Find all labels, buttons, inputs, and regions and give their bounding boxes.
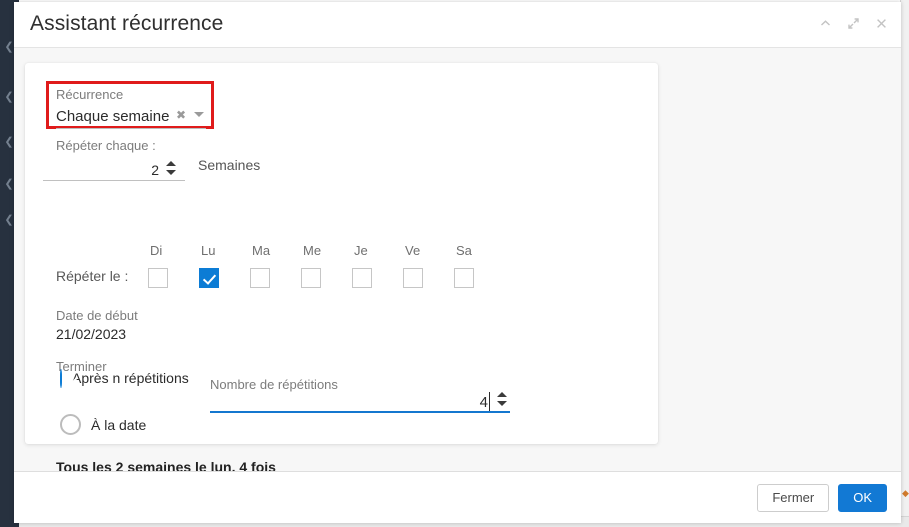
repeat-every-input[interactable]: 2 [43,156,185,181]
end-option-on-date-label: À la date [91,416,147,433]
repetitions-count-input[interactable]: 4 [210,387,510,413]
weekday-label-ve: Ve [405,243,421,258]
weekday-checkbox-sa[interactable] [454,268,474,288]
weekday-checkbox-ma[interactable] [250,268,270,288]
stepper-up-icon[interactable] [166,161,176,166]
weekday-column-sa: Sa [454,243,494,288]
repetitions-count-stepper[interactable] [497,390,508,410]
recurrence-selected-value: Chaque semaine [56,108,170,125]
ok-button[interactable]: OK [838,483,887,512]
start-date-value[interactable]: 21/02/2023 [56,326,126,342]
recurrence-summary: Tous les 2 semaines le lun, 4 fois [56,459,276,471]
weekday-label-je: Je [354,243,368,258]
weekday-label-me: Me [303,243,322,258]
repeat-every-value: 2 [151,162,159,178]
weekday-label-ma: Ma [252,243,271,258]
weekday-label-lu: Lu [201,243,216,258]
dialog-footer: Fermer OK [14,471,901,523]
clear-icon[interactable]: ✖ [176,108,186,122]
weekday-label-sa: Sa [456,243,472,258]
repeat-every-stepper[interactable] [166,159,177,179]
radio-unselected-icon[interactable] [60,414,81,435]
text-cursor [489,392,490,411]
weekday-column-me: Me [301,243,341,288]
end-option-after-n-label: Après n répétitions [72,370,189,386]
stepper-up-icon[interactable] [497,392,507,397]
end-option-on-date[interactable]: À la date [60,414,146,435]
weekday-checkbox-lu[interactable] [199,268,219,288]
repeat-every-unit: Semaines [198,157,261,173]
recurrence-select-group: Récurrence Chaque semaine ✖ [56,87,206,129]
recurrence-select[interactable]: Chaque semaine ✖ [56,105,206,129]
weekday-column-ve: Ve [403,243,443,288]
collapse-icon[interactable] [818,16,833,31]
recurrence-form-card: Récurrence Chaque semaine ✖ Répéter chaq… [25,63,658,471]
dialog-titlebar: Assistant récurrence [14,2,901,48]
chevron-down-icon[interactable] [194,112,204,117]
background-right-panel [900,0,909,527]
weekday-column-je: Je [352,243,392,288]
weekday-label-di: Di [150,243,163,258]
weekday-checkbox-di[interactable] [148,268,168,288]
weekday-column-ma: Ma [250,243,290,288]
recurrence-assistant-dialog: Assistant récurrence Récurrence Chaque s… [14,2,901,523]
weekday-checkbox-je[interactable] [352,268,372,288]
weekday-column-di: Di [148,243,188,288]
repeat-every-label: Répéter chaque : [56,138,156,153]
dialog-body: Récurrence Chaque semaine ✖ Répéter chaq… [14,48,901,471]
stepper-down-icon[interactable] [497,401,507,406]
weekday-checkbox-me[interactable] [301,268,321,288]
weekday-checkbox-ve[interactable] [403,268,423,288]
background-right-accent-icon: ◆ [902,488,909,498]
start-date-label: Date de début [56,308,138,323]
recurrence-label: Récurrence [56,87,124,102]
repeat-on-label: Répéter le : [56,268,129,284]
repetitions-count-value: 4 [479,394,488,411]
window-controls [818,16,889,31]
dialog-title: Assistant récurrence [30,12,224,35]
radio-selected-icon[interactable] [60,369,62,388]
stepper-down-icon[interactable] [166,170,176,175]
close-button[interactable]: Fermer [757,483,830,512]
expand-icon[interactable] [846,16,861,31]
close-icon[interactable] [874,16,889,31]
weekday-column-lu: Lu [199,243,239,288]
end-option-after-n[interactable]: Après n répétitions [60,369,189,388]
